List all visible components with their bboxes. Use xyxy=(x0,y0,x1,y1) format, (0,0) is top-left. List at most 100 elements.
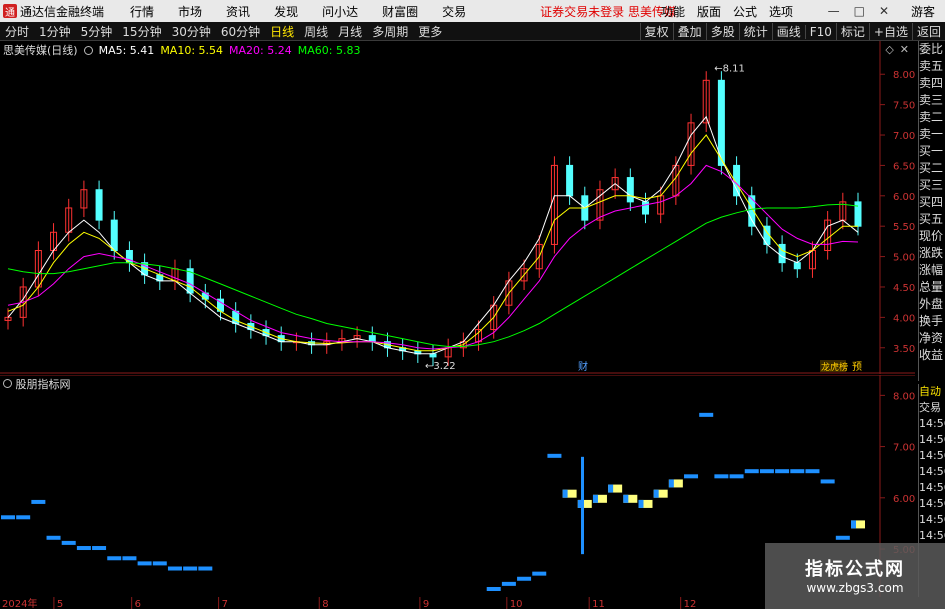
candlestick-chart[interactable]: 8.00 7.50 7.00 6.50 6.00 5.50 5.00 4.50 4.00 3.50… xyxy=(0,41,915,374)
ma5-label: MA5: 5.41 xyxy=(98,43,155,57)
quote-label: 卖一 xyxy=(919,127,944,141)
date-tick-label: 7 xyxy=(222,599,228,609)
mark-button[interactable]: 标记 xyxy=(835,23,869,40)
date-tick-label: 8 xyxy=(322,599,328,609)
quote-label: 买四 xyxy=(919,195,944,209)
indicator-bar xyxy=(16,515,31,520)
back-button[interactable]: 返回 xyxy=(911,23,945,40)
tab-30min[interactable]: 30分钟 xyxy=(167,23,216,40)
ma-line-ma20 xyxy=(7,164,859,350)
indicator-bar xyxy=(759,469,774,474)
overlay-button[interactable]: 叠加 xyxy=(672,23,706,40)
menu-item-trade[interactable]: 交易 xyxy=(430,3,478,20)
indicator-bar xyxy=(820,479,835,484)
quote-label: 外盘 xyxy=(919,297,944,311)
price-tick-label: 3.50 xyxy=(893,344,915,355)
watermark-badge: 指标公式网 www.zbgs3.com xyxy=(765,543,945,609)
tab-weekly[interactable]: 周线 xyxy=(299,23,333,40)
candle-body xyxy=(642,201,649,215)
f10-button[interactable]: F10 xyxy=(804,24,836,39)
close-icon[interactable]: ✕ xyxy=(879,4,889,18)
ma-line-ma10 xyxy=(7,134,858,352)
menu-item-formula[interactable]: 公式 xyxy=(727,3,763,20)
close-chart-icon[interactable]: ✕ xyxy=(900,43,909,56)
menu-item-quotes[interactable]: 行情 xyxy=(118,3,166,20)
app-title: 通达信金融终端 xyxy=(20,4,105,19)
quote-label: 买三 xyxy=(919,178,944,192)
price-tick-label: 5.50 xyxy=(893,222,915,233)
indicator-bar-edge xyxy=(592,494,598,503)
indicator-bar xyxy=(714,474,729,479)
draw-line-button[interactable]: 画线 xyxy=(771,23,805,40)
indicator-bar-edge xyxy=(623,494,629,503)
multi-stock-button[interactable]: 多股 xyxy=(705,23,739,40)
indicator-bar xyxy=(805,469,820,474)
period-toolbar: 分时 1分钟 5分钟 15分钟 30分钟 60分钟 日线 周线 月线 多周期 更… xyxy=(0,22,945,41)
quote-label: 总量 xyxy=(919,280,944,294)
candle-body xyxy=(778,243,786,264)
menu-item-function[interactable]: 功能 xyxy=(655,3,691,20)
indicator-bar xyxy=(31,499,46,504)
settings-circle-icon[interactable] xyxy=(83,45,93,55)
indicator-tick-label: 6.00 xyxy=(893,494,915,505)
menu-item-discover[interactable]: 发现 xyxy=(262,3,310,20)
time-label: 14:56 xyxy=(919,433,945,446)
menu-item-options[interactable]: 选项 xyxy=(763,3,799,20)
auto-trade-label: 自动 xyxy=(919,385,941,398)
ma-line-ma5 xyxy=(7,115,859,355)
date-tick-label: 2024年 xyxy=(2,597,37,609)
low-price-annotation: ←3.22 xyxy=(425,361,456,372)
indicator-bar xyxy=(76,546,91,551)
indicator-bar-edge xyxy=(851,520,856,529)
time-label: 14:56 xyxy=(919,449,945,462)
tab-more[interactable]: 更多 xyxy=(413,23,447,40)
menu-item-layout[interactable]: 版面 xyxy=(691,3,727,20)
indicator-bar xyxy=(1,515,15,520)
indicator-settings-icon[interactable] xyxy=(3,379,12,388)
indicator-bar xyxy=(699,412,714,417)
tab-daily[interactable]: 日线 xyxy=(265,23,299,40)
tab-15min[interactable]: 15分钟 xyxy=(117,23,166,40)
minimize-icon[interactable]: — xyxy=(828,4,840,18)
quote-label: 委比 xyxy=(919,42,944,56)
auto-trade-label: 交易 xyxy=(919,401,941,414)
menu-item-market[interactable]: 市场 xyxy=(166,3,214,20)
menu-item-news[interactable]: 资讯 xyxy=(214,3,262,20)
tab-5min[interactable]: 5分钟 xyxy=(76,23,118,40)
indicator-bar xyxy=(198,566,213,571)
quote-label: 卖三 xyxy=(919,93,944,107)
sub-chart-legend: 股朋指标网 xyxy=(3,376,71,392)
tab-60min[interactable]: 60分钟 xyxy=(216,23,265,40)
indicator-bar xyxy=(729,474,744,479)
indicator-bar xyxy=(547,453,562,458)
indicator-bar-edge xyxy=(638,499,644,508)
diamond-icon[interactable]: ◇ xyxy=(885,43,893,56)
indicator-bar xyxy=(107,556,122,561)
toolbar-right-buttons: 复权 叠加 多股 统计 画线 F10 标记 +自选 返回 xyxy=(639,22,945,41)
adjust-button[interactable]: 复权 xyxy=(639,23,673,40)
indicator-bar xyxy=(790,469,805,474)
stats-button[interactable]: 统计 xyxy=(738,23,772,40)
price-tick-label: 4.00 xyxy=(893,313,915,324)
indicator-tick-label: 8.00 xyxy=(893,391,915,402)
tab-monthly[interactable]: 月线 xyxy=(333,23,367,40)
maximize-icon[interactable]: □ xyxy=(854,4,865,18)
quote-label: 换手 xyxy=(919,314,944,328)
quote-label: 涨跌 xyxy=(919,246,944,260)
menu-item-ask[interactable]: 问小达 xyxy=(310,3,370,20)
ma10-label: MA10: 5.54 xyxy=(160,43,224,57)
indicator-bar-edge xyxy=(653,489,659,498)
indicator-bar xyxy=(92,546,107,551)
quote-label: 买一 xyxy=(919,144,944,158)
indicator-bar xyxy=(835,535,850,540)
tab-1min[interactable]: 1分钟 xyxy=(34,23,76,40)
indicator-bar-edge xyxy=(562,489,568,498)
guest-label[interactable]: 游客 xyxy=(911,3,935,20)
tab-intraday[interactable]: 分时 xyxy=(0,23,34,40)
date-tick-label: 9 xyxy=(423,599,429,609)
date-tick-label: 10 xyxy=(510,599,523,609)
indicator-bar xyxy=(167,566,182,571)
menu-item-wealth[interactable]: 财富圈 xyxy=(370,3,430,20)
tab-multi-period[interactable]: 多周期 xyxy=(367,23,413,40)
add-watchlist-button[interactable]: +自选 xyxy=(868,23,912,40)
